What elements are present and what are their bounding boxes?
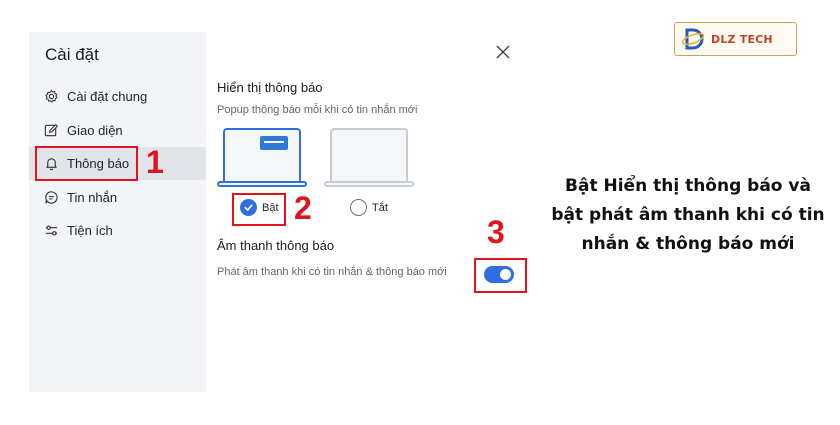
logo-text: DLZ TECH [711,32,773,46]
sliders-icon [43,223,59,239]
preview-on-card[interactable] [223,128,301,184]
highlight-box-sound-toggle [474,258,527,293]
chat-bubble-icon [43,190,59,206]
sidebar-item-general[interactable]: Cài đặt chung [29,80,206,113]
sidebar-title: Cài đặt [45,45,99,64]
preview-off-base [324,181,414,187]
sidebar-item-messages[interactable]: Tin nhắn [29,181,206,214]
logo-mark-icon [681,28,705,50]
sound-toggle-label: Phát âm thanh khi có tin nhắn & thông bá… [217,266,447,278]
display-notification-subtitle: Popup thông báo mỗi khi có tin nhắn mới [217,104,418,116]
brand-logo: DLZ TECH [674,22,797,56]
preview-off-card[interactable] [330,128,408,184]
radio-circle-icon [350,199,367,216]
close-button[interactable] [494,43,512,61]
preview-on-base [217,181,307,187]
step-number-2: 2 [294,190,312,226]
highlight-box-on-option [232,193,286,226]
sidebar-item-utilities[interactable]: Tiện ích [29,214,206,247]
sidebar-item-label: Tin nhắn [67,190,118,205]
caption-line-2: bật phát âm thanh khi có tin [551,205,825,225]
gear-icon [43,89,59,105]
notification-popup-preview [260,136,288,150]
sidebar-item-label: Tiện ích [67,223,113,238]
sidebar-item-label: Giao diện [67,123,123,138]
caption-line-3: nhắn & thông báo mới [581,234,795,254]
step-number-3: 3 [487,214,505,250]
caption-line-1: Bật Hiển thị thông báo và [565,176,811,196]
edit-square-icon [43,123,59,139]
settings-sidebar: Cài đặt Cài đặt chung Giao diện Thông bá… [29,32,206,392]
sidebar-item-appearance[interactable]: Giao diện [29,114,206,147]
step-number-1: 1 [146,144,164,180]
sound-notification-title: Âm thanh thông báo [217,238,335,253]
highlight-box-notifications [35,146,138,181]
radio-off-label: Tắt [372,201,388,214]
radio-off[interactable]: Tắt [350,199,388,216]
sidebar-item-label: Cài đặt chung [67,89,148,104]
display-notification-title: Hiển thị thông báo [217,80,323,95]
close-icon [496,45,510,59]
instruction-caption: Bật Hiển thị thông báo và bật phát âm th… [540,172,836,259]
